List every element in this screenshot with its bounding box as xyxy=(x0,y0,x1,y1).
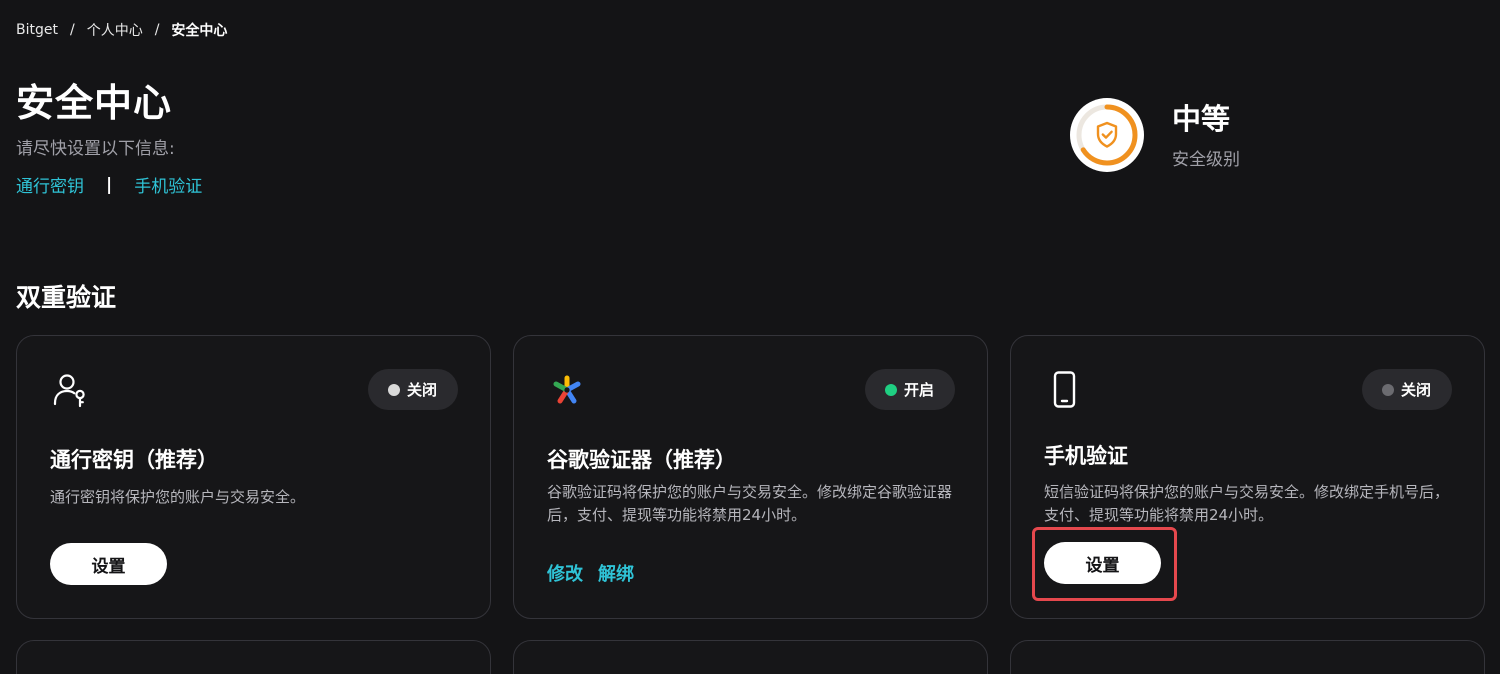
status-badge-phone-verification: 关闭 xyxy=(1361,369,1452,410)
card-phone-verification: 关闭 手机验证 短信验证码将保护您的账户与交易安全。修改绑定手机号后，支付、提现… xyxy=(1010,335,1485,619)
card-desc-phone-verification: 短信验证码将保护您的账户与交易安全。修改绑定手机号后，支付、提现等功能将禁用24… xyxy=(1044,483,1450,524)
setup-passkey-button[interactable]: 设置 xyxy=(50,543,167,585)
setup-phone-verification-button[interactable]: 设置 xyxy=(1044,542,1161,584)
status-dot-off xyxy=(1381,383,1394,396)
status-badge-passkey: 关闭 xyxy=(367,369,458,410)
status-badge-google-authenticator: 开启 xyxy=(864,369,955,410)
breadcrumb-home[interactable]: Bitget xyxy=(16,22,58,38)
page-title: 安全中心 xyxy=(16,81,173,125)
card-title-google-authenticator: 谷歌验证器（推荐） xyxy=(547,448,736,472)
google-authenticator-actions: 修改 解绑 xyxy=(547,560,634,586)
card-google-authenticator: 开启 谷歌验证器（推荐） 谷歌验证码将保护您的账户与交易安全。修改绑定谷歌验证器… xyxy=(513,335,988,619)
smartphone-icon xyxy=(1053,371,1076,408)
card-title-passkey: 通行密钥（推荐） xyxy=(50,448,218,472)
card-desc-google-authenticator: 谷歌验证码将保护您的账户与交易安全。修改绑定谷歌验证器后，支付、提现等功能将禁用… xyxy=(547,483,953,524)
quick-link-phone-verification[interactable]: 手机验证 xyxy=(134,172,202,197)
unbind-google-authenticator-link[interactable]: 解绑 xyxy=(598,560,634,586)
card-row2-3 xyxy=(1010,640,1485,674)
status-dot-on xyxy=(884,383,897,396)
breadcrumb-current: 安全中心 xyxy=(171,23,228,39)
status-text: 开启 xyxy=(903,381,934,399)
security-center-page: Bitget / 个人中心 / 安全中心 安全中心 请尽快设置以下信息: 通行密… xyxy=(0,0,1500,674)
security-level-label: 安全级别 xyxy=(1172,150,1240,170)
quick-links: 通行密钥 | 手机验证 xyxy=(16,172,202,198)
breadcrumb-personal-center[interactable]: 个人中心 xyxy=(87,20,143,40)
security-level-gauge xyxy=(1070,98,1144,172)
status-text: 关闭 xyxy=(1400,381,1431,399)
breadcrumb-separator: / xyxy=(69,22,75,38)
status-text: 关闭 xyxy=(406,381,437,399)
quick-link-divider: | xyxy=(106,174,113,195)
google-authenticator-icon xyxy=(553,375,581,404)
quick-link-passkey[interactable]: 通行密钥 xyxy=(16,172,84,197)
breadcrumb-separator: / xyxy=(154,22,160,38)
card-passkey: 关闭 通行密钥（推荐） 通行密钥将保护您的账户与交易安全。 设置 xyxy=(16,335,491,619)
security-level-value: 中等 xyxy=(1172,102,1231,136)
breadcrumb: Bitget / 个人中心 / 安全中心 xyxy=(16,20,227,40)
card-desc-passkey: 通行密钥将保护您的账户与交易安全。 xyxy=(50,488,306,506)
card-title-phone-verification: 手机验证 xyxy=(1044,444,1128,468)
card-row2-1 xyxy=(16,640,491,674)
modify-google-authenticator-link[interactable]: 修改 xyxy=(547,560,583,586)
passkey-user-key-icon xyxy=(53,374,85,408)
page-subtitle: 请尽快设置以下信息: xyxy=(16,139,175,159)
section-title-2fa: 双重验证 xyxy=(16,283,117,312)
card-row2-2 xyxy=(513,640,988,674)
status-dot-off xyxy=(387,383,400,396)
